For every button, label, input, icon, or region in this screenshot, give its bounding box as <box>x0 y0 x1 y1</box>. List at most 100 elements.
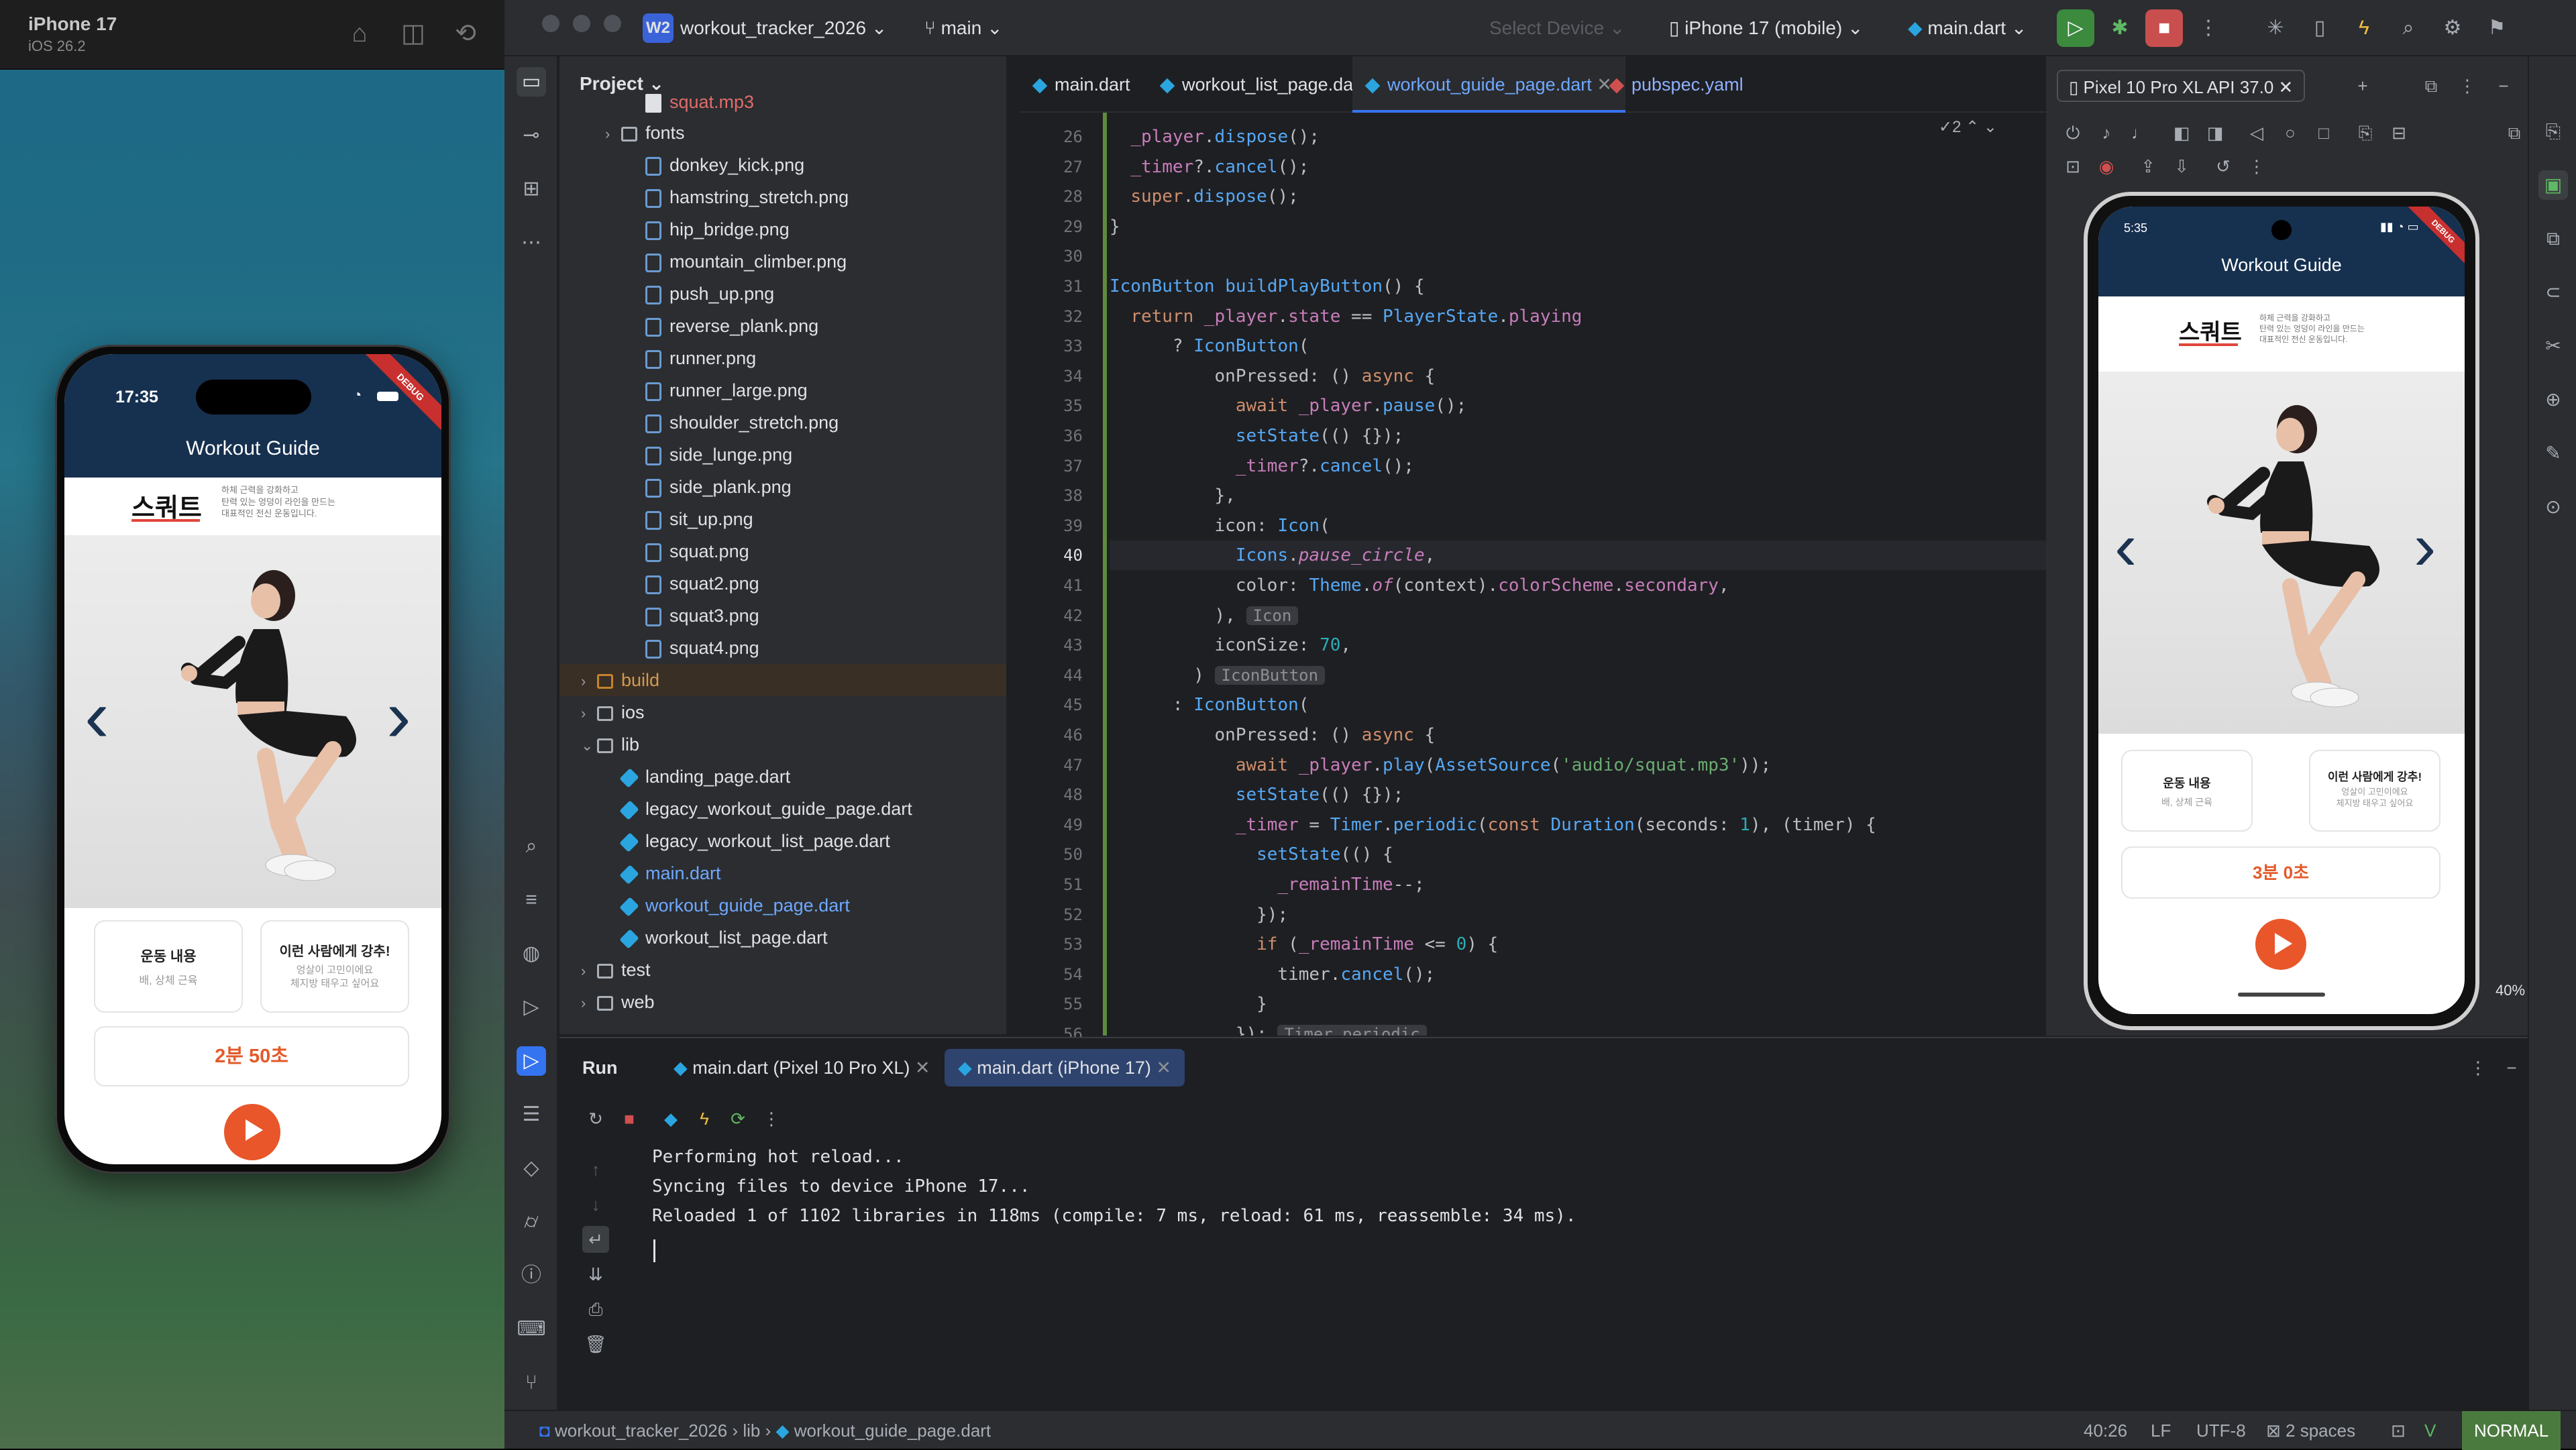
add-device-icon[interactable]: + <box>2351 74 2375 98</box>
stop-run-icon[interactable]: ■ <box>616 1105 643 1132</box>
run-more-icon[interactable]: ⋮ <box>758 1105 785 1132</box>
widget-icon[interactable]: ⊕ <box>2538 385 2568 414</box>
power-icon[interactable]: ⏻ <box>2061 121 2085 145</box>
prev-arrow-icon[interactable]: ‹ <box>85 673 109 759</box>
breadcrumb-folder[interactable]: lib <box>743 1420 760 1441</box>
file-tree-row[interactable]: hamstring_stretch.png <box>559 181 1006 213</box>
back-icon[interactable]: ◁ <box>2245 121 2269 145</box>
flutter-inspector-icon[interactable]: ◍ <box>517 939 546 968</box>
breadcrumb-project[interactable]: workout_tracker_2026 <box>555 1420 727 1441</box>
hot-reload-run-icon[interactable]: ϟ <box>691 1105 718 1132</box>
android-next-arrow-icon[interactable]: › <box>2414 508 2436 585</box>
file-tree-row[interactable]: › build <box>559 664 1006 696</box>
print-icon[interactable]: ⎙ <box>582 1296 609 1323</box>
file-tree-row[interactable]: runner_large.png <box>559 374 1006 406</box>
volume-up-icon[interactable]: ♪ <box>2094 121 2118 145</box>
scroll-up-icon[interactable]: ↑ <box>582 1156 609 1183</box>
expand-chevron-icon[interactable]: ⌄ <box>581 730 597 762</box>
database-icon[interactable]: ☰ <box>517 1100 546 1129</box>
file-tree-row[interactable]: squat2.png <box>559 567 1006 600</box>
expand-chevron-icon[interactable]: › <box>581 955 597 987</box>
expand-chevron-icon[interactable]: › <box>581 665 597 698</box>
rotate-left-icon[interactable]: ◧ <box>2169 121 2194 145</box>
file-tree-row[interactable]: squat3.png <box>559 600 1006 632</box>
file-tree-row[interactable]: workout_guide_page.dart <box>559 889 1006 922</box>
more-tools-icon[interactable]: ⋯ <box>517 228 546 258</box>
file-tree-row[interactable]: squat4.png <box>559 632 1006 664</box>
select-device-dropdown[interactable]: Select Device ⌄ <box>1489 13 1625 43</box>
upload-icon[interactable]: ⇪ <box>2136 154 2160 178</box>
file-tree-row[interactable]: sit_up.png <box>559 503 1006 535</box>
screen-record-icon[interactable]: ⊡ <box>2061 154 2085 178</box>
external-icon[interactable]: ⧉ <box>2419 74 2443 98</box>
file-tree-row[interactable]: side_lunge.png <box>559 439 1006 471</box>
code-area[interactable]: _player.dispose(); _timer?.cancel(); sup… <box>1110 113 2196 1036</box>
device-explorer-icon[interactable]: ⧉ <box>2538 224 2568 254</box>
editor-tab[interactable]: workout_guide_page.dart ✕ <box>1352 56 1625 113</box>
expand-chevron-icon[interactable]: › <box>581 987 597 1019</box>
window-zoom-button[interactable] <box>604 15 621 32</box>
device-selector[interactable]: ▯ iPhone 17 (mobile) ⌄ <box>1669 13 1863 43</box>
dart-analysis-icon[interactable]: ⊂ <box>2538 278 2568 307</box>
editor-tab[interactable]: pubspec.yaml <box>1609 56 1743 113</box>
close-tab-icon[interactable]: ✕ <box>1151 1058 1171 1078</box>
hot-restart-icon[interactable]: ⟳ <box>724 1105 751 1132</box>
android-prev-arrow-icon[interactable]: ‹ <box>2114 508 2137 585</box>
home-icon[interactable]: ⌂ <box>345 19 374 48</box>
android-play-button[interactable] <box>2255 919 2306 970</box>
scroll-down-icon[interactable]: ↓ <box>582 1191 609 1218</box>
branch-selector[interactable]: ⑂ main ⌄ <box>924 13 1003 43</box>
run-tool-icon[interactable]: ▷ <box>517 1046 546 1076</box>
run-panel-more-icon[interactable]: ⋮ <box>2465 1054 2491 1081</box>
project-selector[interactable]: workout_tracker_2026 ⌄ <box>680 13 887 43</box>
panel-more-icon[interactable]: ⋮ <box>2455 74 2479 98</box>
device-manager-icon[interactable]: ▯ <box>2301 9 2339 47</box>
structure-icon[interactable]: ⊞ <box>517 174 546 204</box>
running-devices-icon[interactable]: ▣ <box>2538 170 2568 200</box>
snapshot-icon[interactable]: ⎘ <box>2353 121 2377 145</box>
stop-button[interactable]: ■ <box>2145 9 2183 47</box>
search-icon[interactable]: ⌕ <box>2390 9 2427 47</box>
close-tab-icon[interactable]: ✕ <box>1592 74 1612 95</box>
find-icon[interactable]: ⌕ <box>517 832 546 861</box>
plugins-icon[interactable]: ✳ <box>2257 9 2294 47</box>
rotate-icon[interactable]: ⟲ <box>451 19 480 48</box>
cursor-position[interactable]: 40:26 <box>2084 1411 2127 1450</box>
file-tree-row[interactable]: shoulder_stretch.png <box>559 406 1006 439</box>
notification-icon[interactable]: ⚑ <box>2478 9 2516 47</box>
settings-gear-icon[interactable]: ⚙ <box>2434 9 2471 47</box>
todo-icon[interactable]: ≡ <box>517 885 546 915</box>
clear-icon[interactable]: 🗑 <box>582 1331 609 1357</box>
fold-icon[interactable]: ⊟ <box>2387 121 2411 145</box>
home-circle-icon[interactable]: ○ <box>2278 121 2302 145</box>
devtools-icon[interactable]: ◆ <box>657 1105 684 1132</box>
git-icon[interactable]: ⑂ <box>517 1368 546 1398</box>
file-tree-row[interactable]: landing_page.dart <box>559 761 1006 793</box>
next-arrow-icon[interactable]: › <box>386 673 411 759</box>
indent-setting[interactable]: ⊠ 2 spaces <box>2266 1411 2355 1450</box>
logcat-icon[interactable]: ⌭ <box>517 1207 546 1237</box>
tools-icon[interactable]: ✂ <box>2538 331 2568 361</box>
close-tab-icon[interactable]: ✕ <box>910 1058 930 1078</box>
download-icon[interactable]: ⇩ <box>2169 154 2194 178</box>
rotate-right-icon[interactable]: ◨ <box>2203 121 2227 145</box>
file-tree-row[interactable]: squat.png <box>559 535 1006 567</box>
file-tree-row[interactable]: ⌄ lib <box>559 728 1006 761</box>
play-button[interactable] <box>224 1104 280 1160</box>
file-tree-row[interactable]: reverse_plank.png <box>559 310 1006 342</box>
file-tree-row[interactable]: hip_bridge.png <box>559 213 1006 245</box>
file-tree-row[interactable]: › test <box>559 954 1006 986</box>
file-tree-row[interactable]: squat.mp3 <box>559 86 1006 118</box>
breadcrumb-file[interactable]: workout_guide_page.dart <box>794 1420 991 1441</box>
line-separator[interactable]: LF <box>2151 1411 2171 1450</box>
overview-icon[interactable]: □ <box>2312 121 2336 145</box>
problems-icon[interactable]: ⓘ <box>517 1261 546 1290</box>
file-tree-row[interactable]: main.dart <box>559 857 1006 889</box>
preview-icon[interactable]: ⊙ <box>2538 492 2568 522</box>
hot-reload-icon[interactable]: ϟ <box>2345 9 2383 47</box>
window-minimize-button[interactable] <box>573 15 590 32</box>
file-tree-row[interactable]: side_plank.png <box>559 471 1006 503</box>
run-config-selector[interactable]: ◆ main.dart ⌄ <box>1908 13 2027 43</box>
emulator-tab[interactable]: ▯ Pixel 10 Pro XL API 37.0 ✕ <box>2057 70 2306 102</box>
soft-wrap-icon[interactable]: ↵ <box>582 1226 609 1253</box>
